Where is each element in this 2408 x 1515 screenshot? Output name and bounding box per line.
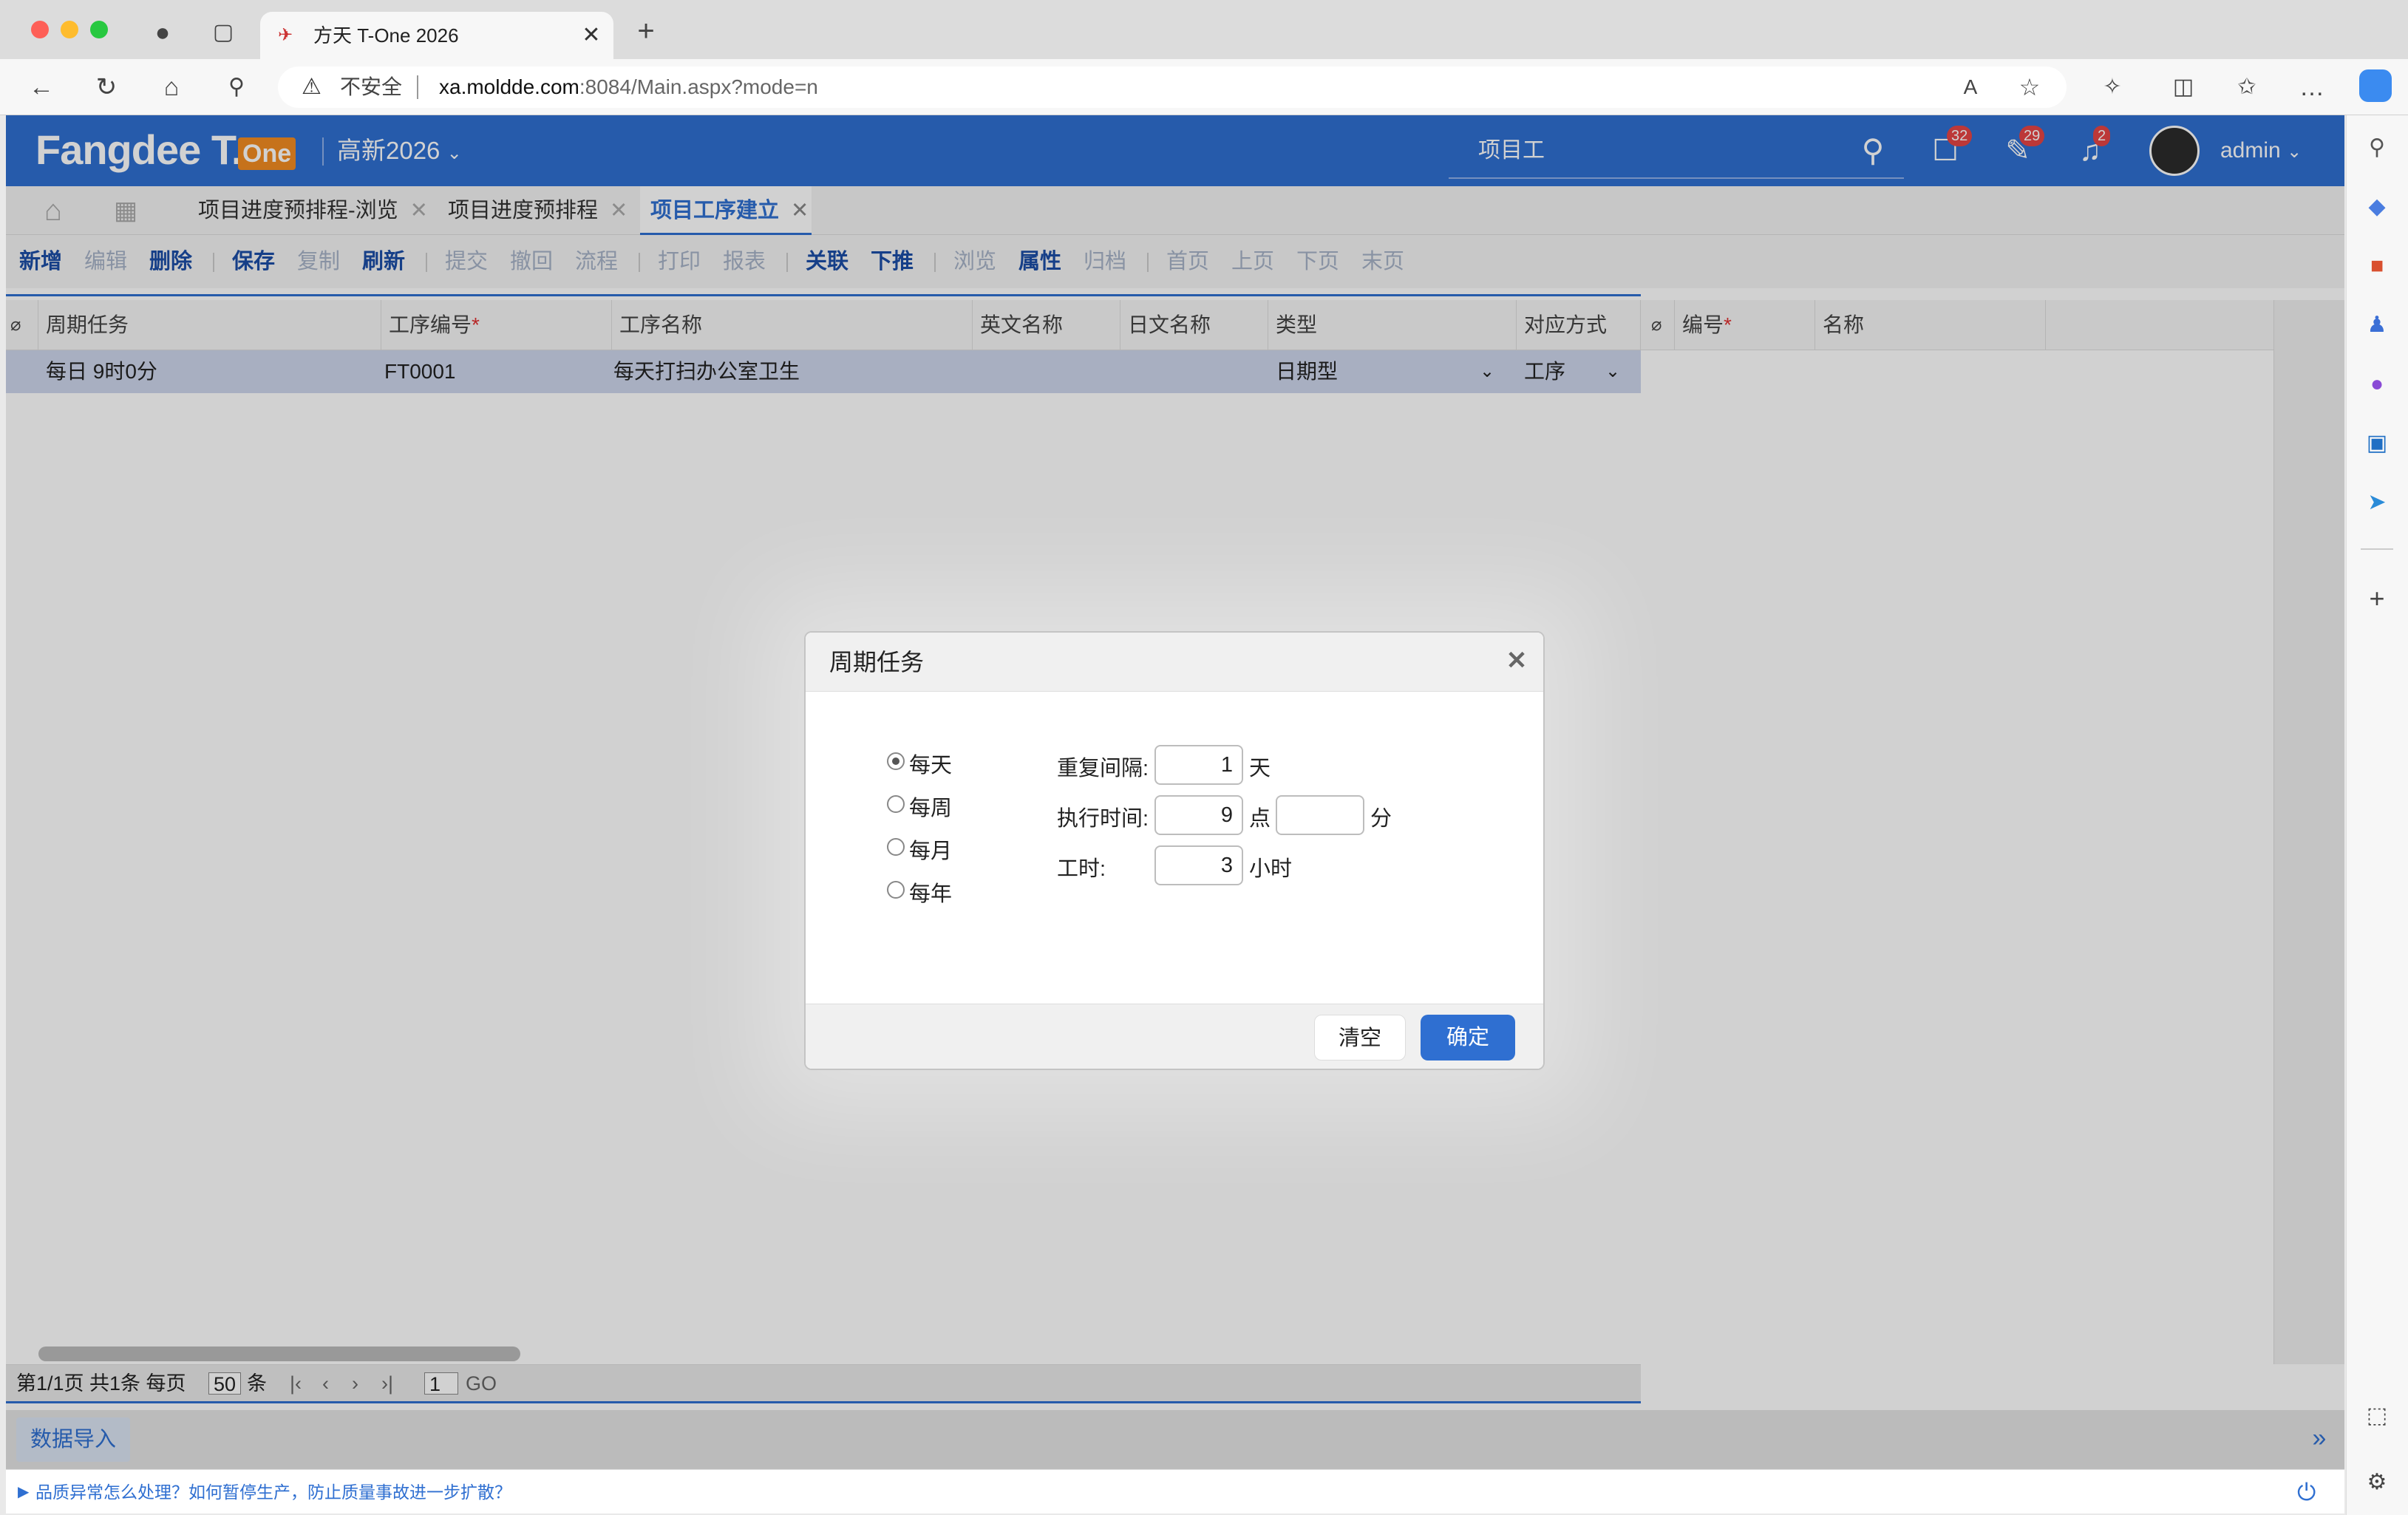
favorites-icon[interactable]: ✩ (2231, 72, 2263, 102)
execute-time-label: 执行时间: (1057, 807, 1149, 831)
sidebar-divider (2361, 548, 2393, 550)
search-icon[interactable]: ⚲ (220, 72, 253, 102)
dialog-footer: 清空 确定 (806, 1004, 1543, 1069)
refresh-icon[interactable]: ↻ (90, 72, 123, 102)
profile-icon[interactable]: ● (148, 18, 177, 47)
more-menu-icon[interactable]: … (2296, 72, 2328, 102)
tools-icon[interactable]: ■ (2362, 251, 2392, 281)
favorite-star-icon[interactable]: ☆ (2015, 72, 2044, 102)
dialog-header: 周期任务 ✕ (806, 633, 1543, 692)
warning-icon: ⚠ (302, 75, 322, 99)
sidebar-add-icon[interactable]: + (2362, 584, 2392, 613)
marquee-arrow-icon: ▶ (18, 1484, 30, 1500)
work-hours-input[interactable]: 3 (1154, 845, 1243, 885)
sidebar-settings-icon[interactable]: ⚙ (2362, 1468, 2392, 1497)
radio-yearly[interactable] (887, 881, 905, 899)
collections-icon[interactable]: ▢ (208, 18, 238, 47)
sidebar-search-icon[interactable]: ⚲ (2362, 133, 2392, 163)
games-icon[interactable]: ♟ (2362, 310, 2392, 340)
radio-daily-label[interactable]: 每天 (909, 748, 952, 779)
radio-monthly[interactable] (887, 838, 905, 856)
minimize-window-button[interactable] (61, 21, 78, 38)
close-tab-icon[interactable]: ✕ (577, 21, 606, 50)
work-hours-label: 工时: (1057, 857, 1106, 881)
close-window-button[interactable] (31, 21, 49, 38)
back-icon[interactable]: ← (25, 72, 58, 102)
radio-weekly[interactable] (887, 795, 905, 813)
power-icon[interactable]: ⏻ (2297, 1470, 2316, 1514)
dialog-title: 周期任务 (829, 649, 925, 675)
split-screen-icon[interactable]: ◫ (2167, 72, 2200, 102)
maximize-window-button[interactable] (90, 21, 108, 38)
hour-input[interactable]: 9 (1154, 795, 1243, 835)
site-favicon-icon: ✈ (278, 25, 293, 45)
copilot-icon[interactable] (2359, 69, 2392, 102)
browser-tab-title: 方天 T-One 2026 (313, 24, 459, 47)
screenshot-icon[interactable]: ⬚ (2362, 1401, 2392, 1431)
minute-unit-label: 分 (1370, 807, 1392, 831)
status-bar: ▶ 品质异常怎么处理？如何暂停生产，防止质量事故进一步扩散？ ⏻ (6, 1469, 2344, 1514)
repeat-interval-input[interactable]: 1 (1154, 745, 1243, 785)
outlook-icon[interactable]: ▣ (2362, 429, 2392, 458)
address-bar[interactable]: ⚠ 不安全 xa.moldde.com:8084/Main.aspx?mode=… (278, 67, 2067, 108)
repeat-interval-label: 重复间隔: (1057, 757, 1149, 780)
url-text: xa.moldde.com:8084/Main.aspx?mode=n (439, 74, 818, 101)
home-icon[interactable]: ⌂ (155, 72, 188, 102)
work-hours-unit-label: 小时 (1249, 857, 1293, 881)
microsoft365-icon[interactable]: ● (2362, 370, 2392, 399)
dialog-close-icon[interactable]: ✕ (1502, 646, 1531, 675)
radio-yearly-label[interactable]: 每年 (909, 876, 952, 908)
radio-weekly-label[interactable]: 每周 (909, 791, 952, 822)
url-path: :8084/Main.aspx?mode=n (579, 75, 818, 98)
drop-send-icon[interactable]: ➤ (2362, 488, 2392, 517)
shopping-tag-icon[interactable]: ◆ (2362, 192, 2392, 222)
clear-button[interactable]: 清空 (1314, 1015, 1406, 1060)
address-divider (417, 75, 418, 99)
hour-unit-label: 点 (1249, 807, 1271, 831)
read-aloud-icon[interactable]: A (1956, 72, 1985, 102)
repeat-unit-label: 天 (1249, 757, 1271, 780)
radio-daily[interactable] (887, 752, 905, 770)
confirm-button[interactable]: 确定 (1421, 1015, 1515, 1060)
status-message[interactable]: 品质异常怎么处理？如何暂停生产，防止质量事故进一步扩散？ (35, 1470, 511, 1514)
extensions-icon[interactable]: ✧ (2096, 72, 2129, 102)
security-label: 不安全 (340, 75, 403, 98)
new-tab-icon[interactable]: + (630, 16, 662, 49)
minute-input[interactable] (1276, 795, 1364, 835)
url-host: xa.moldde.com (439, 75, 579, 98)
radio-monthly-label[interactable]: 每月 (909, 834, 952, 865)
browser-tab[interactable]: ✈ 方天 T-One 2026 ✕ (260, 12, 613, 59)
cycle-task-dialog: 周期任务 ✕ 每天 每周 每月 每年 重复间隔: 1 天 执行时间: 9 点 分… (804, 631, 1545, 1070)
